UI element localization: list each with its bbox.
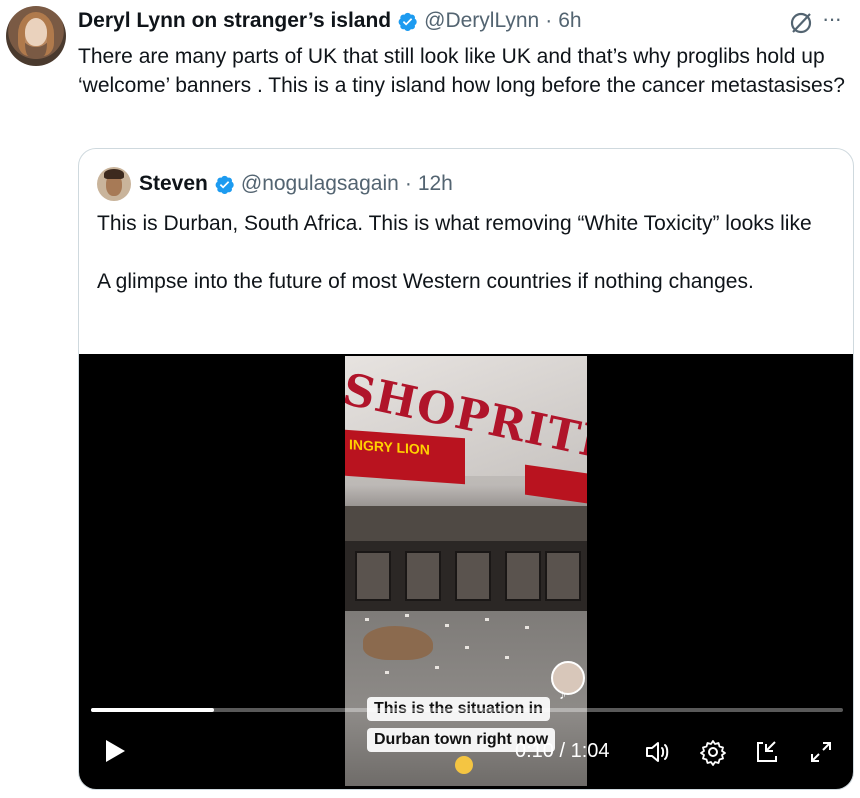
tiktok-avatar xyxy=(551,661,585,695)
avatar-hair xyxy=(104,169,124,179)
separator: · xyxy=(545,9,553,32)
awning xyxy=(345,506,587,546)
litter xyxy=(385,671,389,674)
grok-icon[interactable] xyxy=(788,10,814,36)
litter xyxy=(505,656,509,659)
fullscreen-icon[interactable] xyxy=(807,738,835,766)
picture-in-picture-icon[interactable] xyxy=(753,738,781,766)
verified-badge-icon[interactable] xyxy=(397,11,418,32)
quote-author-name[interactable]: Steven xyxy=(139,172,208,196)
author-avatar[interactable] xyxy=(6,6,66,66)
quote-paragraph-1: This is Durban, South Africa. This is wh… xyxy=(97,212,812,235)
author-handle[interactable]: @DerylLynn xyxy=(424,9,539,33)
quote-post-time[interactable]: 12h xyxy=(418,172,453,196)
tiktok-logo-icon: ♪ xyxy=(559,686,566,702)
video-progress-fill xyxy=(91,708,214,712)
shopfront xyxy=(345,541,587,611)
verified-badge-icon xyxy=(214,174,235,195)
post-time[interactable]: 6h xyxy=(558,9,581,33)
settings-icon[interactable] xyxy=(699,738,727,766)
litter xyxy=(525,626,529,629)
tweet-text: There are many parts of UK that still lo… xyxy=(78,45,845,97)
video-timecode: 0:10 / 1:04 xyxy=(515,740,610,762)
banner-text-a: INGRY xyxy=(349,436,393,456)
shop-window xyxy=(455,551,491,601)
avatar-face xyxy=(25,18,47,46)
litter xyxy=(465,646,469,649)
video-frame[interactable]: SHOPRITE INGRY LION ♪ This is the situat… xyxy=(345,356,587,786)
tweet-header: Deryl Lynn on stranger’s island @DerylLy… xyxy=(78,6,582,36)
quote-header: Steven @nogulagsagain · 12h xyxy=(139,169,453,199)
separator: · xyxy=(404,172,412,195)
litter xyxy=(485,618,489,621)
volume-icon[interactable] xyxy=(643,738,671,766)
quote-text: This is Durban, South Africa. This is wh… xyxy=(97,209,837,296)
quote-paragraph-2: A glimpse into the future of most Wester… xyxy=(97,270,754,293)
quoted-tweet[interactable]: Steven @nogulagsagain · 12h This is Durb… xyxy=(78,148,854,790)
emoji-icon xyxy=(455,756,473,774)
shop-window xyxy=(505,551,541,601)
more-icon[interactable]: ··· xyxy=(822,8,852,32)
shop-window xyxy=(355,551,391,601)
store-banner: INGRY LION xyxy=(345,429,465,485)
author-name[interactable]: Deryl Lynn on stranger’s island xyxy=(78,9,391,33)
litter xyxy=(365,618,369,621)
video-progress-bar[interactable] xyxy=(91,708,843,712)
quote-author-handle[interactable]: @nogulagsagain xyxy=(241,172,399,196)
litter xyxy=(405,614,409,617)
shop-window xyxy=(405,551,441,601)
quote-author-avatar[interactable] xyxy=(97,167,131,201)
banner-text-b: LION xyxy=(396,439,430,458)
shop-window xyxy=(545,551,581,601)
litter xyxy=(445,624,449,627)
video-player[interactable]: SHOPRITE INGRY LION ♪ This is the situat… xyxy=(79,354,853,789)
play-icon[interactable] xyxy=(99,736,129,766)
litter xyxy=(435,666,439,669)
street-debris xyxy=(363,626,433,660)
